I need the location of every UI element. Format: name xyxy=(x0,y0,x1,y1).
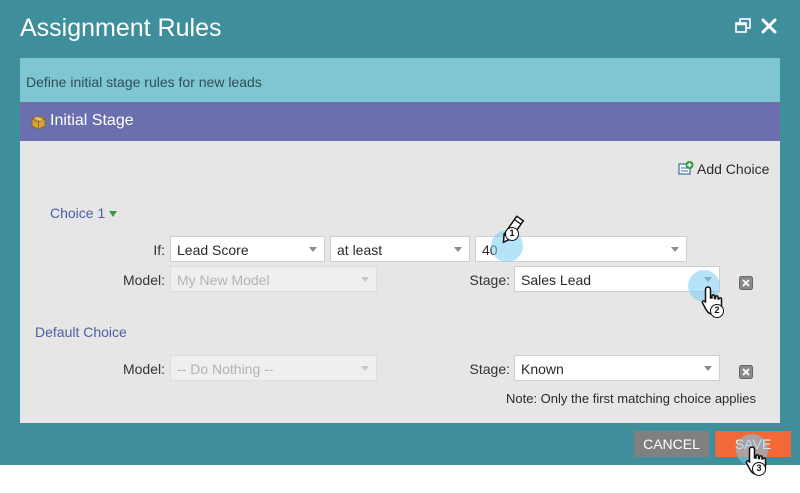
field-select[interactable]: Lead Score xyxy=(170,236,325,262)
chevron-down-icon xyxy=(309,247,317,252)
dialog-subtitle: Define initial stage rules for new leads xyxy=(26,74,262,90)
default-model-select: -- Do Nothing -- xyxy=(170,355,377,381)
default-choice-label: Default Choice xyxy=(35,324,127,340)
initial-stage-panel: Initial Stage Add Choice Choice 1 If: Le… xyxy=(20,102,780,423)
if-label: If: xyxy=(153,242,165,258)
choice-1-text: Choice 1 xyxy=(50,205,106,221)
chevron-down-icon xyxy=(361,366,369,371)
add-choice-button[interactable]: Add Choice xyxy=(677,160,769,177)
add-choice-label: Add Choice xyxy=(697,160,770,177)
choice-1-caret-icon[interactable] xyxy=(109,211,118,218)
choice-1-model-value: My New Model xyxy=(177,272,270,288)
step-3-badge: 3 xyxy=(752,462,766,476)
dialog-content: Define initial stage rules for new leads… xyxy=(20,58,780,423)
add-choice-icon xyxy=(678,161,694,175)
close-icon[interactable] xyxy=(759,16,779,36)
choice-1-stage-label: Stage: xyxy=(469,272,510,288)
dialog-title: Assignment Rules xyxy=(20,14,222,42)
step-1-badge: 1 xyxy=(505,227,519,241)
matching-note: Note: Only the first matching choice app… xyxy=(506,391,757,406)
operator-select[interactable]: at least xyxy=(330,236,470,262)
choice-1-model-label: Model: xyxy=(122,272,165,288)
chevron-down-icon xyxy=(454,247,462,252)
dialog-footer: CANCEL SAVE xyxy=(0,423,800,465)
chevron-down-icon xyxy=(704,366,712,371)
default-model-value: -- Do Nothing -- xyxy=(177,361,274,377)
remove-choice-1-icon[interactable] xyxy=(739,276,753,290)
choice-1-model-select: My New Model xyxy=(170,266,377,292)
cancel-button[interactable]: CANCEL xyxy=(634,431,709,457)
step-2-badge: 2 xyxy=(710,304,724,318)
operator-select-value: at least xyxy=(337,242,383,258)
assignment-rules-dialog: Assignment Rules Define initial stage ru… xyxy=(0,0,800,465)
restore-window-icon[interactable] xyxy=(733,16,753,36)
default-stage-select[interactable]: Known xyxy=(514,355,720,381)
default-stage-label: Stage: xyxy=(469,361,510,377)
panel-title: Initial Stage xyxy=(50,112,134,129)
chevron-down-icon xyxy=(361,277,369,282)
remove-default-choice-icon[interactable] xyxy=(739,365,753,379)
chevron-down-icon xyxy=(671,247,679,252)
default-model-label: Model: xyxy=(122,361,165,377)
choice-1-label[interactable]: Choice 1 xyxy=(50,205,118,221)
default-stage-value: Known xyxy=(521,361,564,377)
package-icon xyxy=(31,115,46,130)
choice-1-stage-value: Sales Lead xyxy=(521,272,592,288)
panel-header: Initial Stage xyxy=(20,102,780,141)
field-select-value: Lead Score xyxy=(177,242,249,258)
title-bar: Assignment Rules xyxy=(0,0,800,58)
